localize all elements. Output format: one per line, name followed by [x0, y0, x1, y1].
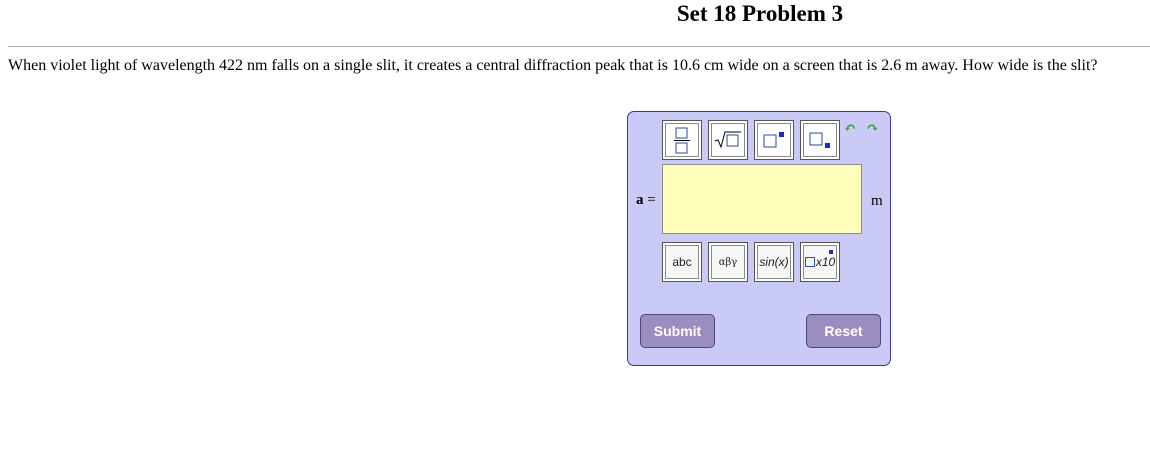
redo-icon[interactable]: ↷: [866, 119, 879, 138]
sci-label: x10: [815, 255, 836, 269]
divider: [8, 46, 1150, 47]
fraction-icon: [674, 127, 690, 154]
undo-icon[interactable]: ↶: [844, 119, 857, 138]
submit-button[interactable]: Submit: [640, 314, 715, 348]
fraction-button[interactable]: [662, 120, 702, 160]
greek-label: αβγ: [718, 256, 738, 268]
answer-input[interactable]: [662, 164, 862, 234]
question-text: When violet light of wavelength 422 nm f…: [8, 57, 1098, 74]
square-root-button[interactable]: [708, 120, 748, 160]
square-root-icon: [714, 131, 741, 149]
abc-label: abc: [672, 255, 692, 269]
reset-button[interactable]: Reset: [806, 314, 881, 348]
subscript-icon: [809, 132, 830, 148]
subscript-button[interactable]: [800, 120, 840, 160]
abc-button[interactable]: abc: [662, 242, 702, 282]
placeholder-box-icon: [804, 257, 815, 267]
answer-panel: ↶ ↷ a = m abc αβγ sin(x) x10 Submit Rese…: [627, 111, 891, 366]
equals-sign: =: [647, 192, 656, 208]
answer-label: a =: [636, 192, 656, 209]
superscript-icon: [763, 132, 784, 148]
scientific-notation-button[interactable]: x10: [800, 242, 840, 282]
page-title: Set 18 Problem 3: [676, 1, 844, 26]
unit-label: m: [871, 193, 883, 209]
superscript-button[interactable]: [754, 120, 794, 160]
variable-name: a: [636, 192, 644, 208]
exponent-box-icon: [829, 250, 833, 254]
greek-button[interactable]: αβγ: [708, 242, 748, 282]
function-label: sin(x): [759, 255, 789, 269]
function-button[interactable]: sin(x): [754, 242, 794, 282]
